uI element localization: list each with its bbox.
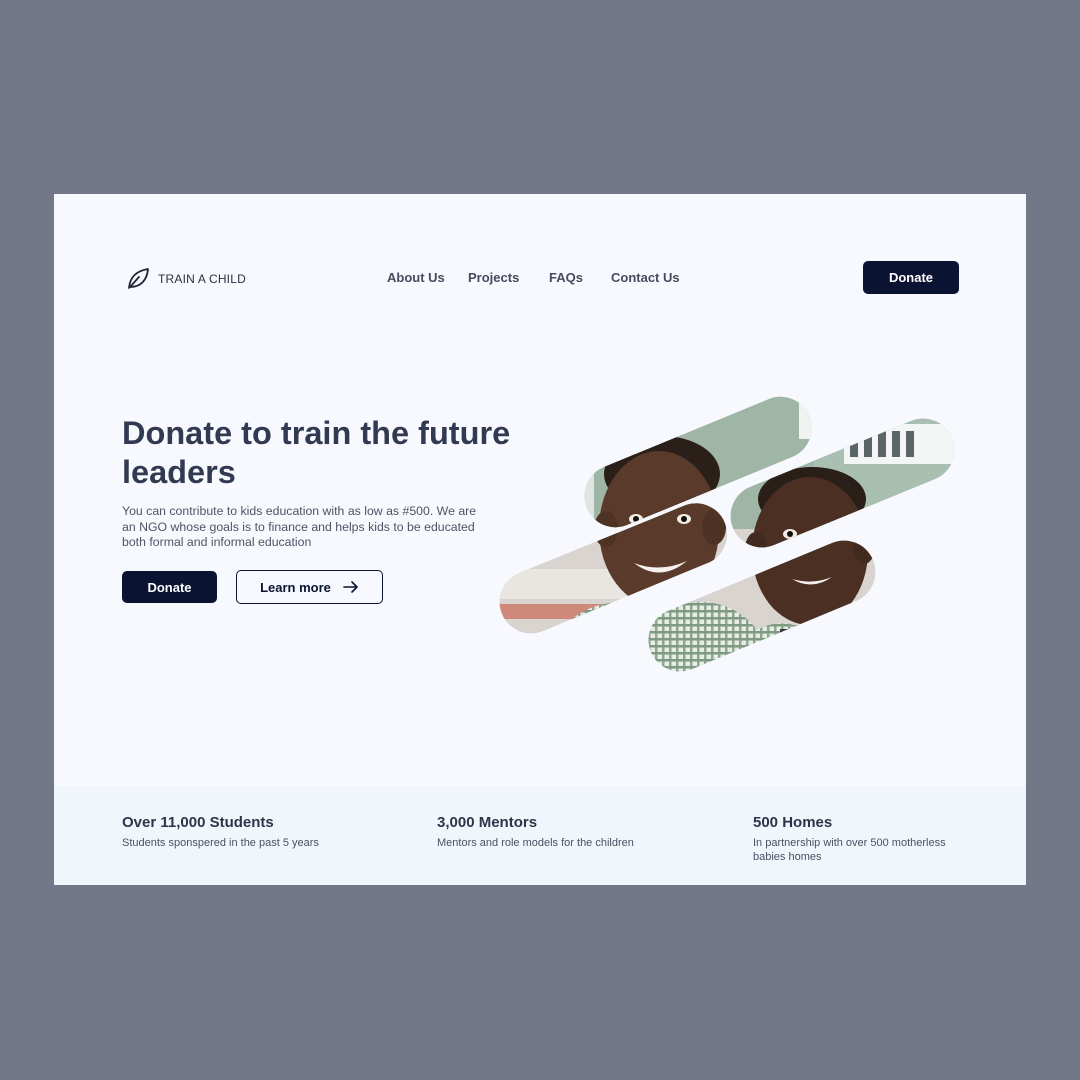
nav-donate-button[interactable]: Donate — [863, 261, 959, 294]
stat-description: Mentors and role models for the children — [437, 837, 634, 849]
hero-title: Donate to train the future leaders — [122, 415, 511, 490]
stats-section: Over 11,000 Students Students sponspered… — [54, 786, 1026, 885]
stat-mentors: 3,000 Mentors Mentors and role models fo… — [437, 814, 697, 851]
learn-more-button[interactable]: Learn more — [236, 570, 383, 604]
hero-description: You can contribute to kids education wit… — [122, 504, 477, 549]
learn-more-label: Learn more — [260, 579, 331, 595]
stat-title: 500 Homes — [753, 814, 833, 831]
hero-donate-button[interactable]: Donate — [122, 571, 217, 603]
brand-logo[interactable]: TRAIN A CHILD — [126, 267, 246, 291]
stat-homes: 500 Homes In partnership with over 500 m… — [753, 814, 968, 864]
brand-name: TRAIN A CHILD — [158, 272, 246, 286]
arrow-right-icon — [343, 581, 359, 593]
nav-link-projects[interactable]: Projects — [468, 270, 519, 285]
hero-children-photo — [494, 379, 974, 694]
nav-link-contact-us[interactable]: Contact Us — [611, 270, 680, 285]
landing-page: TRAIN A CHILD About Us Projects FAQs Con… — [54, 194, 1026, 885]
stat-title: Over 11,000 Students — [122, 814, 274, 831]
stat-students: Over 11,000 Students Students sponspered… — [122, 814, 382, 851]
nav-link-faqs[interactable]: FAQs — [549, 270, 583, 285]
nav-link-about-us[interactable]: About Us — [387, 270, 445, 285]
stat-description: In partnership with over 500 motherless … — [753, 837, 946, 863]
stat-description: Students sponspered in the past 5 years — [122, 837, 319, 849]
leaf-icon — [126, 267, 150, 291]
stat-title: 3,000 Mentors — [437, 814, 538, 831]
